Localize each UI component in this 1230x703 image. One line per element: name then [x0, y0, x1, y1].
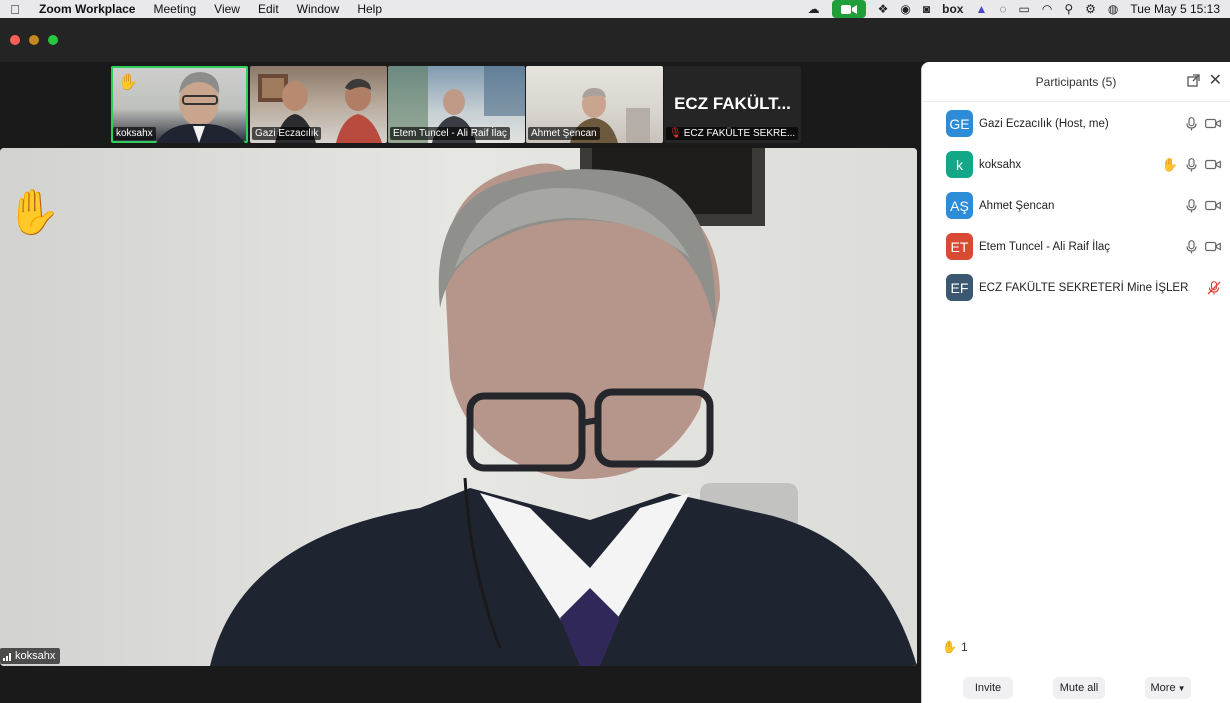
raised-hand-icon: ✋ — [1161, 156, 1178, 172]
menu-window[interactable]: Window — [288, 0, 349, 18]
siri-icon[interactable]: ◍ — [1108, 0, 1118, 18]
participant-status-icons — [1186, 226, 1221, 267]
zoom-video-tray-icon[interactable] — [831, 0, 866, 18]
video-tile-gazi-eczacilik[interactable]: Gazi Eczacılık — [250, 66, 387, 143]
vpn-shield-icon[interactable]: ▲ — [975, 0, 987, 18]
speaker-video-feed — [0, 148, 917, 666]
tile-display-name: ECZ FAKÜLT... — [674, 94, 791, 113]
tile-name-label: koksahx — [113, 127, 156, 140]
mute-all-button[interactable]: Mute all — [1053, 677, 1105, 699]
participant-name: Ahmet Şencan — [979, 199, 1055, 212]
avatar: EF — [946, 274, 973, 301]
participants-panel-footer: Invite Mute all More ▼ — [922, 669, 1230, 703]
raised-hands-counter: ✋ 1 — [942, 640, 968, 654]
avatar: AŞ — [946, 192, 973, 219]
window-title-bar — [0, 18, 1230, 62]
participant-row[interactable]: k koksahx ✋ — [922, 144, 1230, 185]
globe-icon[interactable]: ◌ — [999, 0, 1006, 18]
participants-title: Participants (5) — [1035, 74, 1117, 89]
minimize-window-button[interactable] — [29, 35, 39, 45]
tile-name-label: Ahmet Şencan — [528, 127, 600, 140]
battery-icon: ▭ — [1018, 2, 1030, 16]
participant-name: Etem Tuncel - Ali Raif İlaç — [979, 240, 1111, 253]
tile-name-label: 🎙 ECZ FAKÜLTE SEKRE... — [666, 127, 798, 140]
microphone-icon[interactable] — [1186, 239, 1197, 254]
raised-hand-icon: ✋ — [118, 74, 138, 91]
video-tile-etem-tuncel[interactable]: Etem Tuncel - Ali Raif İlaç — [388, 66, 525, 143]
muted-microphone-icon[interactable] — [1207, 280, 1221, 295]
participant-status-icons — [1207, 267, 1221, 308]
gallery-strip: ✋ koksahx Gazi Eczacılık Etem Tuncel - A… — [0, 62, 920, 148]
microphone-icon[interactable] — [1186, 116, 1197, 131]
participant-status-icons: ✋ — [1162, 144, 1221, 185]
tile-name-label: Gazi Eczacılık — [252, 127, 322, 140]
meeting-bottom-bar — [0, 666, 920, 703]
participant-row[interactable]: GE Gazi Eczacılık (Host, me) — [922, 103, 1230, 144]
chevron-down-icon: ▼ — [1177, 683, 1186, 693]
speaker-name-label: koksahx — [0, 648, 61, 664]
wifi-icon[interactable]: ◠ — [1042, 0, 1052, 18]
macos-menu-bar:  Zoom Workplace Meeting View Edit Windo… — [0, 0, 1230, 18]
video-camera-icon[interactable] — [1205, 159, 1221, 170]
apple-menu-icon[interactable]:  — [0, 2, 30, 17]
video-camera-icon[interactable] — [1205, 241, 1221, 252]
participant-status-icons — [1186, 185, 1221, 226]
menu-view[interactable]: View — [205, 0, 249, 18]
video-camera-icon[interactable] — [1205, 200, 1221, 211]
video-tile-koksahx[interactable]: ✋ koksahx — [111, 66, 248, 143]
video-camera-icon[interactable] — [1205, 118, 1221, 129]
dropbox-icon[interactable]: ❖ — [878, 0, 889, 18]
invite-button[interactable]: Invite — [963, 677, 1013, 699]
participants-panel-header: Participants (5) ✕ — [922, 62, 1230, 102]
speaker-name-text: koksahx — [15, 650, 56, 662]
tile-name-label: Etem Tuncel - Ali Raif İlaç — [390, 127, 510, 140]
video-tile-ahmet-sencan[interactable]: Ahmet Şencan — [526, 66, 663, 143]
app-menu[interactable]: Zoom Workplace — [30, 0, 144, 18]
participants-panel: Participants (5) ✕ GE Gazi Eczacılık (Ho… — [921, 62, 1230, 703]
cloud-icon[interactable]: ☁ — [808, 0, 820, 18]
microphone-icon[interactable] — [1186, 157, 1197, 172]
participants-list: GE Gazi Eczacılık (Host, me) k koksahx ✋… — [922, 103, 1230, 308]
menu-edit[interactable]: Edit — [249, 0, 288, 18]
tile-name-text: ECZ FAKÜLTE SEKRE... — [683, 128, 796, 139]
control-center-icon[interactable]: ⚙ — [1085, 0, 1096, 18]
participant-name: koksahx — [979, 158, 1022, 171]
menu-bar-clock[interactable]: Tue May 5 15:13 — [1130, 2, 1220, 16]
signal-strength-icon — [3, 652, 11, 661]
participant-name: Gazi Eczacılık (Host, me) — [979, 117, 1109, 130]
participant-row[interactable]: ET Etem Tuncel - Ali Raif İlaç — [922, 226, 1230, 267]
raised-hands-count: 1 — [960, 640, 968, 654]
camera-tray-icon[interactable]: ◙ — [923, 0, 930, 18]
menu-meeting[interactable]: Meeting — [144, 0, 205, 18]
close-window-button[interactable] — [10, 35, 20, 45]
box-icon[interactable]: box — [942, 0, 963, 18]
microphone-icon[interactable] — [1186, 198, 1197, 213]
raised-hand-icon: ✋ — [6, 188, 61, 237]
participant-row[interactable]: AŞ Ahmet Şencan — [922, 185, 1230, 226]
zoom-chat-icon[interactable]: ◉ — [900, 0, 910, 18]
more-button[interactable]: More ▼ — [1145, 677, 1191, 699]
main-speaker-video[interactable]: ✋ koksahx — [0, 148, 917, 666]
spotlight-search-icon[interactable]: ⚲ — [1064, 0, 1073, 18]
close-icon[interactable]: ✕ — [1209, 73, 1222, 89]
status-tray: ☁ ❖ ◉ ◙ box ▲ ◌ ▭ ◠ ⚲ ⚙ ◍ Tue May 5 15:1… — [808, 0, 1230, 18]
participant-name: ECZ FAKÜLTE SEKRETERİ Mine İŞLER — [979, 281, 1189, 294]
avatar: k — [946, 151, 973, 178]
avatar: GE — [946, 110, 973, 137]
video-tile-ecz-fakulte[interactable]: ECZ FAKÜLT... 🎙 ECZ FAKÜLTE SEKRE... — [664, 66, 801, 143]
avatar: ET — [946, 233, 973, 260]
fullscreen-window-button[interactable] — [48, 35, 58, 45]
participant-status-icons — [1186, 103, 1221, 144]
popout-icon[interactable] — [1187, 74, 1200, 90]
participant-row[interactable]: EF ECZ FAKÜLTE SEKRETERİ Mine İŞLER — [922, 267, 1230, 308]
muted-mic-icon: 🎙 — [669, 128, 682, 139]
menu-help[interactable]: Help — [348, 0, 391, 18]
raised-hand-icon: ✋ — [942, 640, 957, 654]
more-button-label: More — [1150, 682, 1176, 694]
